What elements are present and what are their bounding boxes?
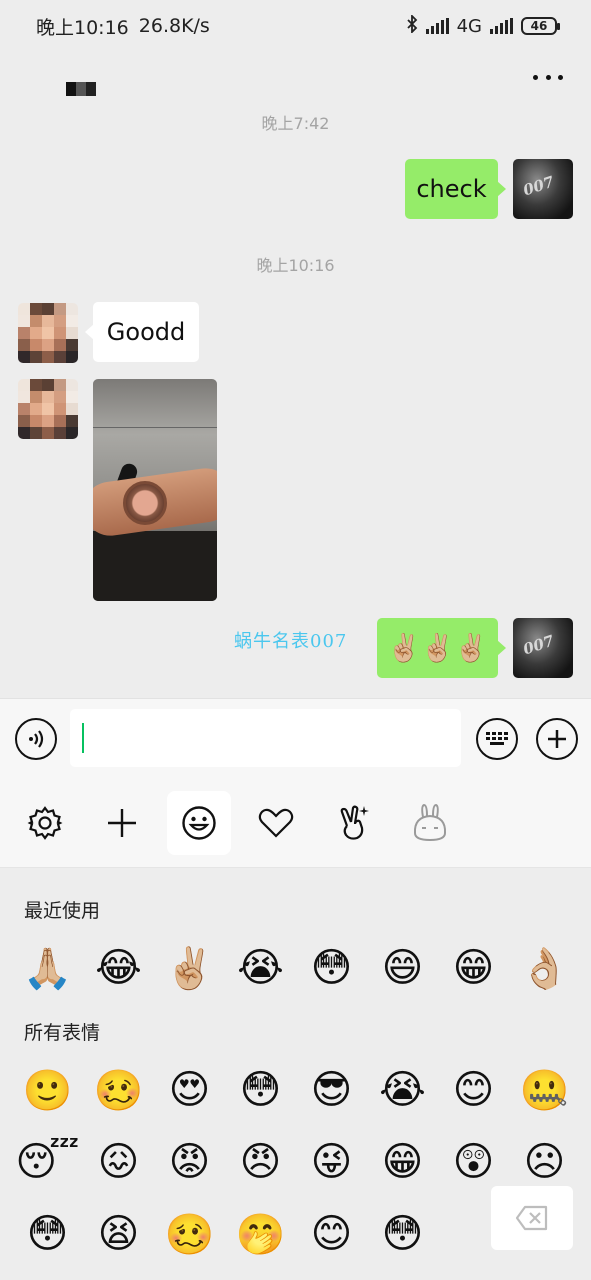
- text-caret: [82, 723, 84, 753]
- more-options-button[interactable]: [533, 68, 563, 86]
- network-type: 4G: [456, 15, 482, 37]
- emoji-item[interactable]: 😍: [154, 1054, 225, 1126]
- emoji-item[interactable]: 😜: [296, 1126, 367, 1198]
- dot-icon: [558, 74, 563, 80]
- gesture-sticker-tab[interactable]: [321, 791, 385, 855]
- message-bubble-incoming[interactable]: Goodd: [85, 302, 199, 362]
- chat-header: [0, 52, 591, 108]
- plus-icon: [548, 730, 566, 748]
- rabbit-sticker-tab[interactable]: [398, 791, 462, 855]
- emoji-item[interactable]: 😁: [367, 1126, 438, 1198]
- signal-icon-2: [490, 18, 513, 34]
- plus-icon: [108, 809, 136, 837]
- emoji-tab[interactable]: [167, 791, 231, 855]
- backspace-icon: [515, 1205, 548, 1231]
- keyboard-icon: [486, 732, 508, 745]
- smiley-icon: [182, 806, 216, 840]
- more-functions-button[interactable]: [536, 718, 578, 760]
- emoji-item[interactable]: 🤐: [509, 1054, 580, 1126]
- contact-name-redacted: [66, 82, 96, 96]
- emoji-item[interactable]: 🙏🏼: [12, 932, 83, 1004]
- keyboard-toggle-button[interactable]: [476, 718, 518, 760]
- watermark: 蜗牛名表007: [234, 631, 348, 652]
- emoji-item[interactable]: ✌🏼: [154, 932, 225, 1004]
- emoji-item[interactable]: 😭: [225, 932, 296, 1004]
- emoji-item[interactable]: 😳: [225, 1054, 296, 1126]
- contact-avatar[interactable]: [18, 303, 78, 363]
- signal-icon: [425, 18, 449, 34]
- photo-pants: [93, 531, 217, 601]
- contact-avatar[interactable]: [18, 379, 78, 439]
- delete-button[interactable]: [491, 1186, 573, 1250]
- add-sticker-button[interactable]: [90, 791, 154, 855]
- emoji-item[interactable]: 😭: [367, 1054, 438, 1126]
- network-speed: 26.8K/s: [138, 15, 210, 37]
- emoji-item[interactable]: 🥴: [83, 1054, 154, 1126]
- recent-emoji-grid: 🙏🏼 😂 ✌🏼 😭 😳 😄 😁 👌🏼: [12, 932, 580, 1004]
- emoji-item[interactable]: 😠: [225, 1126, 296, 1198]
- emoji-item[interactable]: 😄: [367, 932, 438, 1004]
- message-timestamp: 晚上7:42: [261, 114, 330, 133]
- image-message[interactable]: [93, 379, 217, 601]
- message-timestamp: 晚上10:16: [256, 256, 335, 275]
- message-input[interactable]: [70, 709, 461, 767]
- all-section-title: 所有表情: [24, 1022, 101, 1044]
- gear-icon: [27, 806, 63, 840]
- self-avatar[interactable]: 007: [513, 618, 573, 678]
- victory-hand-icon: [340, 805, 369, 840]
- emoji-settings-button[interactable]: [13, 791, 77, 855]
- emoji-item[interactable]: 😊: [438, 1054, 509, 1126]
- heart-icon: [258, 808, 294, 838]
- floor-line: [93, 427, 217, 428]
- photo-watch: [123, 481, 167, 525]
- emoji-item[interactable]: 😡: [154, 1126, 225, 1198]
- emoji-item[interactable]: 😂: [83, 932, 154, 1004]
- emoji-item[interactable]: 😳: [296, 932, 367, 1004]
- emoji-item[interactable]: 🥴: [154, 1198, 225, 1270]
- status-left: 晚上10:16 26.8K/s: [36, 13, 210, 40]
- emoji-item[interactable]: 😁: [438, 932, 509, 1004]
- status-bar: 晚上10:16 26.8K/s 4G 46: [0, 0, 591, 52]
- emoji-item[interactable]: 😳: [367, 1198, 438, 1270]
- avatar-text: 007: [520, 631, 557, 659]
- bluetooth-icon: [406, 13, 418, 38]
- status-time: 晚上10:16: [36, 16, 129, 39]
- message-bubble-outgoing[interactable]: ✌🏼✌🏼✌🏼: [377, 618, 506, 678]
- rabbit-icon: [413, 803, 447, 842]
- battery-level: 46: [530, 19, 548, 33]
- recent-section-title: 最近使用: [24, 900, 101, 922]
- message-bubble-outgoing[interactable]: check: [405, 159, 506, 219]
- emoji-item[interactable]: 🤭: [225, 1198, 296, 1270]
- emoji-item[interactable]: 😊: [296, 1198, 367, 1270]
- emoji-item[interactable]: 😖: [83, 1126, 154, 1198]
- status-right: 4G 46: [406, 13, 560, 38]
- avatar-text: 007: [520, 172, 557, 200]
- battery-icon: 46: [521, 17, 560, 35]
- emoji-item[interactable]: 👌🏼: [509, 932, 580, 1004]
- dot-icon: [533, 74, 538, 80]
- emoji-item[interactable]: 😴: [12, 1126, 83, 1198]
- self-avatar[interactable]: 007: [513, 159, 573, 219]
- emoji-item[interactable]: 🙂: [12, 1054, 83, 1126]
- favorites-tab[interactable]: [244, 791, 308, 855]
- emoji-item[interactable]: 😳: [12, 1198, 83, 1270]
- voice-icon: [29, 730, 44, 748]
- emoji-item[interactable]: 😫: [83, 1198, 154, 1270]
- dot-icon: [545, 74, 551, 80]
- input-bar: [0, 698, 591, 778]
- emoji-toolbar: [0, 778, 591, 868]
- voice-input-button[interactable]: [15, 718, 57, 760]
- emoji-item[interactable]: 😎: [296, 1054, 367, 1126]
